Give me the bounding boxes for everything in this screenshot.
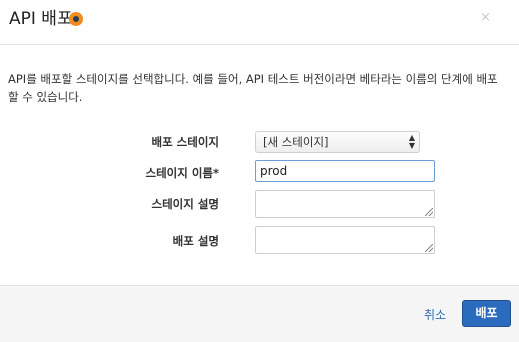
dialog-description: API를 배포할 스테이지를 선택합니다. 예를 들어, API 테스트 버전이…: [8, 72, 498, 104]
info-icon[interactable]: [69, 12, 83, 26]
deploy-button[interactable]: 배포: [462, 300, 511, 327]
deployment-description-textarea[interactable]: [255, 226, 435, 254]
resize-grip-icon[interactable]: [425, 208, 433, 216]
select-arrows-icon: ▲ ▼: [408, 133, 415, 150]
dialog-title: API 배포: [9, 9, 73, 29]
close-icon[interactable]: ×: [480, 10, 491, 26]
stage-name-label: 스테이지 이름*: [145, 166, 220, 180]
stage-select-value: [새 스테이지]: [263, 135, 329, 149]
stage-select[interactable]: [새 스테이지] ▲ ▼: [255, 131, 420, 153]
deployment-description-label: 배포 설명: [172, 234, 219, 248]
resize-grip-icon[interactable]: [425, 244, 433, 252]
stage-label: 배포 스테이지: [151, 135, 219, 149]
dialog-header: API 배포 ×: [0, 0, 519, 45]
cancel-button[interactable]: 취소: [424, 306, 446, 323]
stage-description-textarea[interactable]: [255, 190, 435, 218]
dialog-footer: 취소 배포: [0, 285, 519, 342]
stage-description-label: 스테이지 설명: [151, 197, 219, 211]
deploy-api-dialog: API 배포 × API를 배포할 스테이지를 선택합니다. 예를 들어, AP…: [0, 0, 519, 342]
stage-name-input[interactable]: prod: [255, 160, 435, 182]
